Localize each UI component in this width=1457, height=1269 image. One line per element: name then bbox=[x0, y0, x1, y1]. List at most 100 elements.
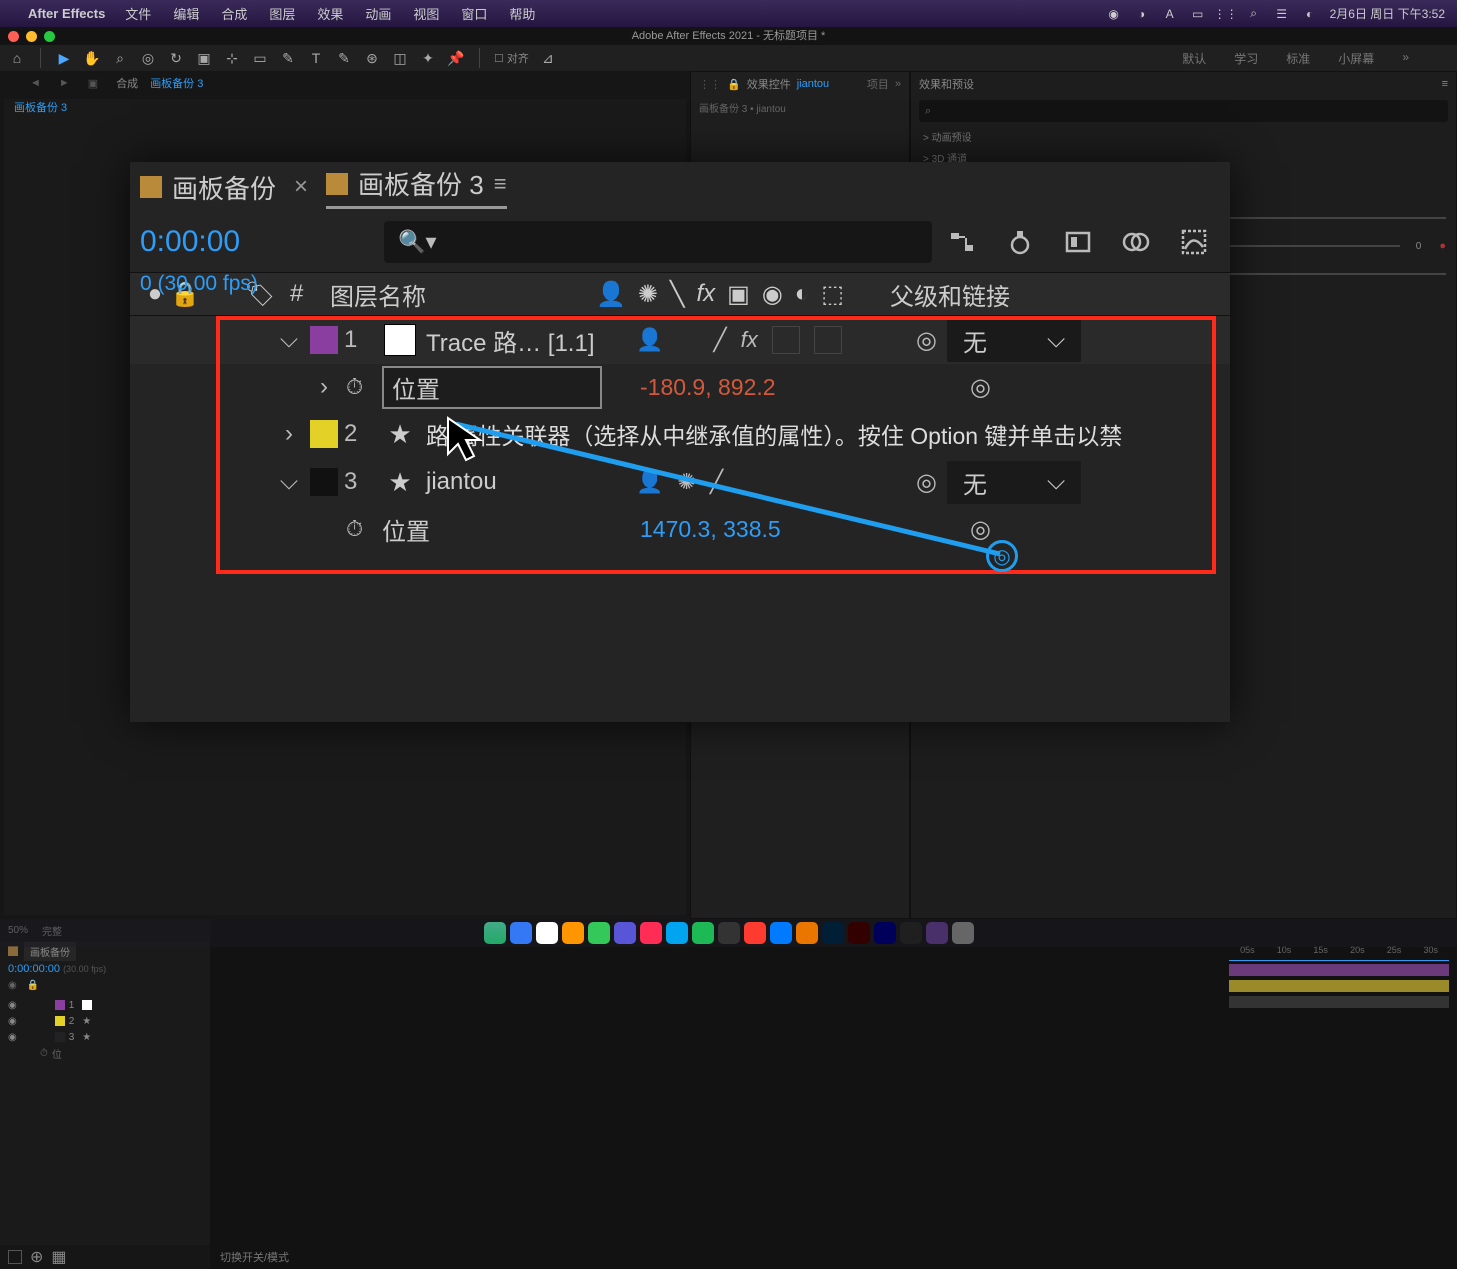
frame-blend-icon[interactable]: ▦ bbox=[51, 1247, 66, 1267]
home-icon[interactable]: ⌂ bbox=[8, 49, 26, 67]
name-column[interactable]: 图层名称 bbox=[330, 277, 590, 312]
parent-dropdown[interactable]: 无⌵ bbox=[947, 319, 1081, 362]
layer-bar[interactable] bbox=[1229, 964, 1449, 976]
shy-switch[interactable]: 👤 bbox=[636, 327, 663, 353]
timeline-search[interactable]: 🔍▾ bbox=[384, 221, 932, 263]
preset-category[interactable]: > 动画预设 bbox=[911, 126, 1456, 147]
mini-layer-row[interactable]: ◉3★ bbox=[0, 1029, 210, 1045]
menu-help[interactable]: 帮助 bbox=[509, 4, 535, 23]
fx-header[interactable]: 效果控件 bbox=[747, 76, 791, 92]
fx-icon[interactable]: fx bbox=[696, 280, 715, 309]
clone-tool-icon[interactable]: ⊛ bbox=[363, 49, 381, 67]
shy-switch[interactable]: 👤 bbox=[636, 469, 663, 495]
timeline-area[interactable]: 切换开关/模式 05s10s15s20s25s30s bbox=[210, 919, 1457, 1269]
switch-mode-label[interactable]: 切换开关/模式 bbox=[220, 1249, 289, 1265]
breadcrumb-comp[interactable]: 画板备份 3 bbox=[150, 75, 203, 91]
quality-switch[interactable]: ╱ bbox=[710, 469, 723, 495]
siri-icon[interactable]: ◐ bbox=[1302, 6, 1318, 22]
layer-color-swatch[interactable] bbox=[310, 468, 338, 496]
property-name-selected[interactable]: 位置 bbox=[382, 366, 602, 409]
workspace-small[interactable]: 小屏幕 bbox=[1338, 50, 1374, 67]
nav-fwd-icon[interactable]: ► bbox=[59, 77, 70, 89]
comp-tab-1[interactable]: 画板备份 × bbox=[140, 169, 308, 206]
expression-pickwhip-icon[interactable]: ◎ bbox=[970, 515, 991, 544]
pickwhip-icon[interactable]: ◎ bbox=[916, 326, 937, 355]
parent-dropdown[interactable]: 无⌵ bbox=[947, 461, 1081, 504]
layer-bar[interactable] bbox=[1229, 996, 1449, 1008]
current-timecode[interactable]: 0:00:00 bbox=[140, 225, 240, 259]
twirl-icon[interactable]: ⌵ bbox=[274, 468, 304, 496]
collapse-switch[interactable]: ✺ bbox=[677, 469, 695, 495]
viewer-tab[interactable]: 画板备份 3 bbox=[4, 99, 686, 119]
parent-column[interactable]: 父级和链接 bbox=[890, 277, 1220, 312]
zoom-tool-icon[interactable]: ⌕ bbox=[111, 49, 129, 67]
expression-pickwhip-icon[interactable]: ◎ bbox=[970, 373, 991, 402]
hand-tool-icon[interactable]: ✋ bbox=[83, 49, 101, 67]
eye-icon[interactable]: ◉ bbox=[8, 1032, 17, 1043]
workspace-standard[interactable]: 标准 bbox=[1286, 50, 1310, 67]
layer-color-swatch[interactable] bbox=[310, 326, 338, 354]
battery-icon[interactable]: ▭ bbox=[1190, 6, 1206, 22]
mini-layer-row[interactable]: ◉2★ bbox=[0, 1013, 210, 1029]
collapse-icon[interactable]: ✺ bbox=[638, 280, 658, 309]
workspace-learn[interactable]: 学习 bbox=[1234, 50, 1258, 67]
layer-row-3[interactable]: ⌵ 3 ★ jiantou 👤 ✺ ╱ ◎ 无⌵ bbox=[130, 458, 1230, 506]
snap-options-icon[interactable]: ⊿ bbox=[539, 49, 557, 67]
roto-tool-icon[interactable]: ✦ bbox=[419, 49, 437, 67]
property-value[interactable]: -180.9, 892.2 bbox=[640, 374, 776, 401]
brush-tool-icon[interactable]: ✎ bbox=[335, 49, 353, 67]
layer-row-1[interactable]: ⌵ 1 Trace 路… [1.1] 👤 ╱ fx ◎ 无⌵ bbox=[130, 316, 1230, 364]
cc-icon[interactable]: ◑ bbox=[1134, 6, 1150, 22]
fx-switch[interactable]: fx bbox=[741, 327, 758, 353]
fx-panel2[interactable]: 项目 bbox=[867, 76, 889, 92]
panel-menu-icon[interactable]: » bbox=[895, 78, 901, 90]
menu-composition[interactable]: 合成 bbox=[221, 4, 247, 23]
twirl-icon[interactable]: › bbox=[274, 420, 304, 448]
record-icon[interactable]: ◉ bbox=[1106, 6, 1122, 22]
menu-animation[interactable]: 动画 bbox=[365, 4, 391, 23]
layer-color-swatch[interactable] bbox=[310, 420, 338, 448]
puppet-tool-icon[interactable]: 📌 bbox=[447, 49, 465, 67]
index-column[interactable]: # bbox=[290, 280, 330, 308]
property-row-position[interactable]: ⏱ 位置 1470.3, 338.5 ◎ bbox=[130, 506, 1230, 552]
property-value[interactable]: 1470.3, 338.5 bbox=[640, 516, 781, 543]
menu-view[interactable]: 视图 bbox=[413, 4, 439, 23]
shape-tool-icon[interactable]: ▭ bbox=[251, 49, 269, 67]
mini-timecode[interactable]: 0:00:00:00 bbox=[8, 963, 60, 975]
hide-shy-icon[interactable] bbox=[1062, 226, 1094, 258]
camera-tool-icon[interactable]: ▣ bbox=[195, 49, 213, 67]
stopwatch-icon[interactable]: ⏱ bbox=[346, 516, 376, 542]
search-icon[interactable]: ⌕ bbox=[1246, 6, 1262, 22]
graph-editor-icon[interactable] bbox=[1178, 226, 1210, 258]
menubar-clock[interactable]: 2月6日 周日 下午3:52 bbox=[1330, 5, 1445, 22]
workspace-more-icon[interactable]: » bbox=[1402, 50, 1409, 67]
stopwatch-icon[interactable]: ⏱ bbox=[40, 1048, 48, 1059]
comp-flowchart-icon[interactable] bbox=[946, 226, 978, 258]
layer-row-2[interactable]: › 2 ★ 路 属性关联器（选择从中继承值的属性）。按住 Option 键并单击… bbox=[130, 410, 1230, 458]
menu-edit[interactable]: 编辑 bbox=[173, 4, 199, 23]
control-center-icon[interactable]: ☰ bbox=[1274, 6, 1290, 22]
layer-name[interactable]: jiantou bbox=[426, 468, 636, 496]
property-row-position[interactable]: › ⏱ 位置 -180.9, 892.2 ◎ bbox=[130, 364, 1230, 410]
eye-icon[interactable]: ◉ bbox=[8, 1016, 17, 1027]
selection-tool-icon[interactable]: ▶ bbox=[55, 49, 73, 67]
twirl-icon[interactable]: ⌵ bbox=[274, 326, 304, 354]
shy-icon[interactable]: 👤 bbox=[596, 280, 626, 309]
reset-dot-icon[interactable]: ● bbox=[1439, 240, 1446, 252]
eye-icon[interactable]: ◉ bbox=[8, 1000, 17, 1011]
pan-behind-tool-icon[interactable]: ⊹ bbox=[223, 49, 241, 67]
orbit-tool-icon[interactable]: ◎ bbox=[139, 49, 157, 67]
layer-name[interactable]: Trace 路… [1.1] bbox=[426, 323, 636, 358]
3d-icon[interactable]: ⬚ bbox=[821, 280, 844, 309]
time-ruler[interactable]: 05s10s15s20s25s30s bbox=[1229, 945, 1449, 961]
presets-search[interactable]: ⌕ bbox=[919, 100, 1448, 122]
toggle-icon[interactable] bbox=[8, 1250, 22, 1264]
adjustment-icon[interactable]: ◐ bbox=[795, 280, 810, 309]
input-icon[interactable]: A bbox=[1162, 6, 1178, 22]
menu-window[interactable]: 窗口 bbox=[461, 4, 487, 23]
frame-blend-icon[interactable] bbox=[1120, 226, 1152, 258]
property-name[interactable]: 位置 bbox=[382, 512, 582, 547]
pen-tool-icon[interactable]: ✎ bbox=[279, 49, 297, 67]
menu-file[interactable]: 文件 bbox=[125, 4, 151, 23]
tab-menu-icon[interactable]: ≡ bbox=[494, 171, 507, 197]
